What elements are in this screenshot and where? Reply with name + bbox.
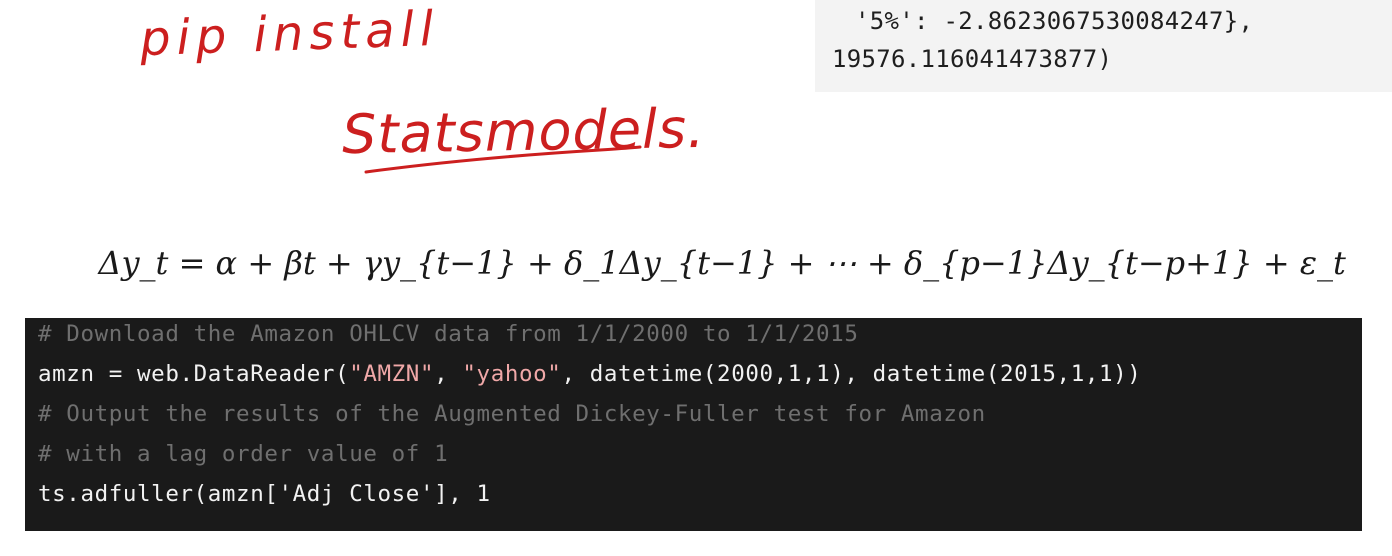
code-token: amzn = web.DataReader( [38,361,350,387]
output-line-1: '5%': -2.8623067530084247}, [855,7,1254,35]
code-string-amzn: "AMZN" [349,361,435,387]
code-block: # Download the Amazon OHLCV data from 1/… [25,318,1362,531]
code-comment-2: # Output the results of the Augmented Di… [38,401,986,427]
code-string-yahoo: "yahoo" [462,361,562,387]
handwritten-note-line-1: pip install [139,0,441,68]
equation-text: Δy_t = α + βt + γy_{t−1} + δ_1Δy_{t−1} +… [98,244,1346,282]
code-token: , datetime(2000,1,1), datetime(2015,1,1)… [561,361,1142,387]
code-token: , [434,361,463,387]
code-line-datareader: amzn = web.DataReader("AMZN", "yahoo", d… [38,361,1141,387]
code-comment-3: # with a lag order value of 1 [38,441,449,467]
adf-equation: Δy_t = α + βt + γy_{t−1} + δ_1Δy_{t−1} +… [78,206,1346,282]
code-line-adfuller: ts.adfuller(amzn['Adj Close'], 1 [38,481,491,507]
output-line-2: 19576.116041473877) [832,45,1113,73]
code-comment-1: # Download the Amazon OHLCV data from 1/… [38,321,859,347]
handwritten-note-line-2: Statsmodels. [341,96,706,167]
